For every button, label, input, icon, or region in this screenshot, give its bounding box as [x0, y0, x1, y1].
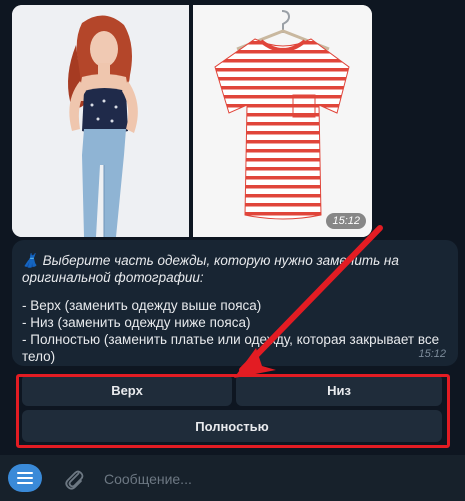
model-illustration: [12, 5, 189, 237]
paperclip-icon[interactable]: [62, 467, 86, 491]
chat-area: 15:12 👗 Выберите часть одежды, которую н…: [0, 0, 465, 455]
tshirt-illustration: [193, 5, 372, 237]
message-line-1: 👗 Выберите часть одежды, которую нужно з…: [22, 253, 399, 268]
message-input[interactable]: Сообщение...: [104, 471, 192, 487]
menu-button[interactable]: [8, 464, 42, 492]
message-line-7: тело): [22, 349, 56, 364]
message-timestamp: 15:12: [418, 348, 446, 360]
photo-model[interactable]: [12, 5, 189, 237]
message-line-5: - Низ (заменить одежду ниже пояса): [22, 315, 251, 330]
dress-emoji-icon: 👗: [22, 253, 39, 268]
button-top[interactable]: Верх: [22, 374, 232, 406]
message-line-2: оригинальной фотографии:: [22, 270, 204, 285]
button-bottom[interactable]: Низ: [236, 374, 442, 406]
button-full[interactable]: Полностью: [22, 410, 442, 442]
menu-icon: [17, 472, 33, 484]
photo-timestamp: 15:12: [326, 213, 366, 229]
message-composer: Сообщение...: [0, 455, 465, 501]
message-line-4: - Верх (заменить одежду выше пояса): [22, 298, 262, 313]
photo-tshirt[interactable]: 15:12: [193, 5, 372, 237]
bot-message: 👗 Выберите часть одежды, которую нужно з…: [12, 240, 458, 366]
message-line-6: - Полностью (заменить платье или одежду,…: [22, 332, 440, 347]
